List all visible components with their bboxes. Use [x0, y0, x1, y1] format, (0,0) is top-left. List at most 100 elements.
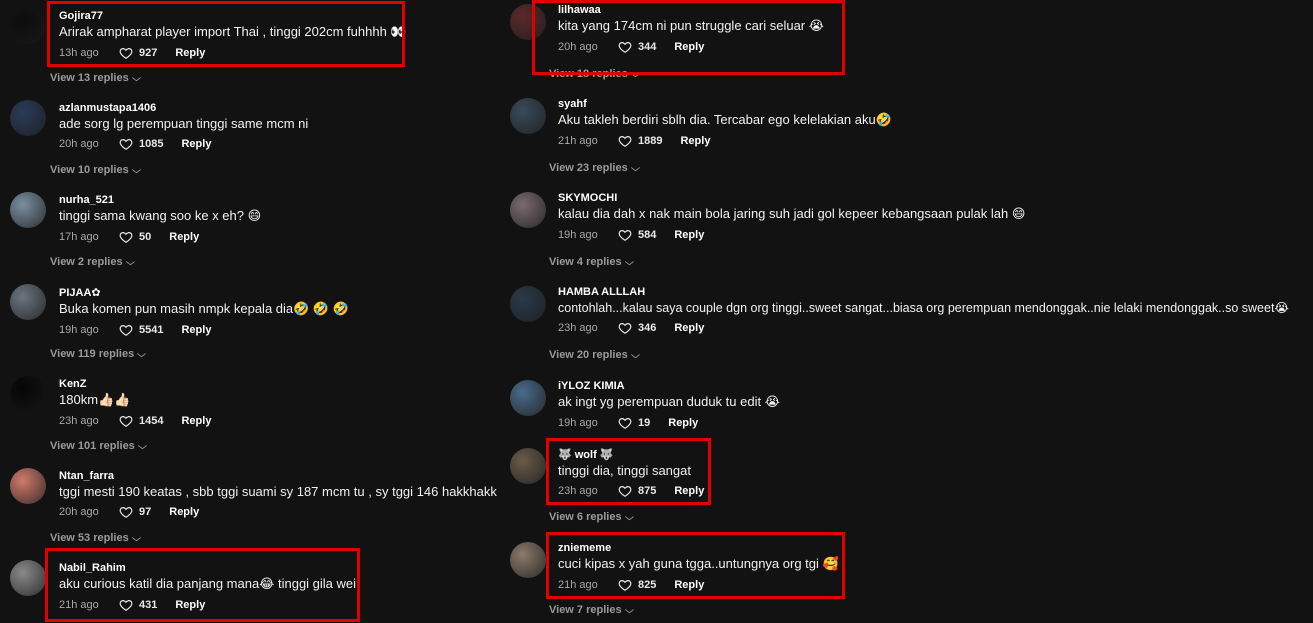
like-count: 1085 — [139, 138, 164, 150]
heart-icon — [618, 230, 632, 241]
comment-time: 19h ago — [558, 229, 598, 241]
chevron-down-icon: ⌵ — [131, 73, 141, 83]
comment-time: 23h ago — [59, 415, 99, 427]
chevron-down-icon: ⌵ — [137, 349, 147, 359]
reply-button[interactable]: Reply — [674, 229, 704, 241]
highlight-box — [532, 0, 845, 75]
avatar[interactable] — [510, 286, 546, 322]
like-count: 5541 — [139, 324, 164, 336]
comment-time: 23h ago — [558, 322, 598, 334]
comment-time: 20h ago — [59, 506, 99, 518]
like-button[interactable]: 5541 — [119, 323, 163, 337]
avatar[interactable] — [10, 192, 46, 228]
comment-time: 21h ago — [558, 135, 598, 147]
highlight-box — [45, 548, 360, 622]
like-button[interactable]: 1454 — [119, 414, 163, 428]
reply-button[interactable]: Reply — [181, 138, 211, 150]
highlight-box — [546, 438, 711, 505]
avatar[interactable] — [510, 192, 546, 228]
like-count: 1454 — [139, 415, 164, 427]
view-replies-button[interactable]: View 53 replies ⌵ — [50, 532, 141, 544]
comment-username[interactable]: iYLOZ KIMIA — [558, 380, 780, 392]
comment-username[interactable]: Ntan_farra — [59, 470, 497, 482]
reply-button[interactable]: Reply — [668, 417, 698, 429]
comment-text: contohlah...kalau saya couple dgn org ti… — [558, 301, 1290, 315]
view-replies-button[interactable]: View 13 replies ⌵ — [50, 72, 141, 84]
like-count: 50 — [139, 231, 152, 243]
comment-username[interactable]: PIJAA✿ — [59, 286, 349, 299]
avatar[interactable] — [510, 98, 546, 134]
comment-text: 180km👍🏻👍🏻 — [59, 392, 131, 407]
comment-time: 19h ago — [558, 417, 598, 429]
like-count: 346 — [638, 322, 657, 334]
view-replies-button[interactable]: View 119 replies ⌵ — [50, 348, 147, 360]
like-button[interactable]: 584 — [618, 228, 656, 242]
chevron-down-icon: ⌵ — [624, 257, 634, 267]
view-replies-button[interactable]: View 23 replies ⌵ — [549, 162, 640, 174]
heart-icon — [618, 136, 632, 147]
comment-time: 19h ago — [59, 324, 99, 336]
like-button[interactable]: 1085 — [119, 137, 163, 151]
chevron-down-icon: ⌵ — [137, 441, 147, 451]
view-replies-button[interactable]: View 101 replies ⌵ — [50, 440, 147, 452]
heart-icon — [618, 323, 632, 334]
avatar[interactable] — [10, 8, 46, 44]
comment-text: tggi mesti 190 keatas , sbb tggi suami s… — [59, 484, 497, 499]
comment-username[interactable]: azlanmustapa1406 — [59, 102, 308, 114]
reply-button[interactable]: Reply — [181, 324, 211, 336]
chevron-down-icon: ⌵ — [131, 165, 141, 175]
comment-text: tinggi sama kwang soo ke x eh? 😄 — [59, 208, 262, 223]
chevron-down-icon: ⌵ — [624, 512, 634, 522]
reply-button[interactable]: Reply — [181, 415, 211, 427]
comment-username[interactable]: HAMBA ALLLAH — [558, 286, 1289, 298]
view-replies-button[interactable]: View 4 replies ⌵ — [549, 256, 634, 268]
reply-button[interactable]: Reply — [169, 506, 199, 518]
comment-text: Buka komen pun masih nmpk kepala dia🤣 🤣 … — [59, 301, 349, 316]
heart-icon — [119, 416, 133, 427]
avatar[interactable] — [510, 542, 546, 578]
highlight-box — [546, 532, 845, 599]
view-replies-button[interactable]: View 20 replies ⌵ — [549, 349, 640, 361]
highlight-box — [47, 1, 405, 67]
chevron-down-icon: ⌵ — [630, 163, 640, 173]
chevron-down-icon: ⌵ — [624, 605, 634, 615]
like-button[interactable]: 1889 — [618, 134, 662, 148]
avatar[interactable] — [10, 376, 46, 412]
reply-button[interactable]: Reply — [169, 231, 199, 243]
chevron-down-icon: ⌵ — [630, 350, 640, 360]
like-count: 97 — [139, 506, 152, 518]
reply-button[interactable]: Reply — [674, 322, 704, 334]
view-replies-button[interactable]: View 2 replies ⌵ — [50, 256, 134, 268]
comment-time: 17h ago — [59, 231, 99, 243]
like-button[interactable]: 50 — [119, 230, 151, 244]
comment-username[interactable]: syahf — [558, 98, 892, 110]
avatar[interactable] — [10, 100, 46, 136]
view-replies-button[interactable]: View 10 replies ⌵ — [50, 164, 141, 176]
heart-icon — [119, 507, 133, 518]
view-replies-button[interactable]: View 7 replies ⌵ — [549, 604, 634, 616]
comment-username[interactable]: nurha_521 — [59, 194, 261, 206]
like-count: 584 — [638, 229, 657, 241]
reply-button[interactable]: Reply — [680, 135, 710, 147]
heart-icon — [618, 418, 632, 429]
avatar[interactable] — [10, 560, 46, 596]
comment-text: ade sorg lg perempuan tinggi same mcm ni — [59, 116, 309, 131]
avatar[interactable] — [510, 380, 546, 416]
like-button[interactable]: 346 — [618, 321, 656, 335]
comment-username[interactable]: KenZ — [59, 378, 211, 390]
like-button[interactable]: 97 — [119, 505, 151, 519]
heart-icon — [119, 325, 133, 336]
avatar[interactable] — [510, 448, 546, 484]
chevron-down-icon: ⌵ — [131, 533, 141, 543]
like-button[interactable]: 19 — [618, 416, 650, 430]
heart-icon — [119, 139, 133, 150]
comment-text: kalau dia dah x nak main bola jaring suh… — [558, 206, 1026, 221]
comment-text: Aku takleh berdiri sblh dia. Tercabar eg… — [558, 112, 892, 127]
avatar[interactable] — [10, 284, 46, 320]
like-count: 1889 — [638, 135, 663, 147]
view-replies-button[interactable]: View 6 replies ⌵ — [549, 511, 634, 523]
comment-text: ak ingt yg perempuan duduk tu edit 😭 — [558, 394, 780, 409]
comment-username[interactable]: SKYMOCHI — [558, 192, 1025, 204]
avatar[interactable] — [10, 468, 46, 504]
heart-icon — [119, 232, 133, 243]
